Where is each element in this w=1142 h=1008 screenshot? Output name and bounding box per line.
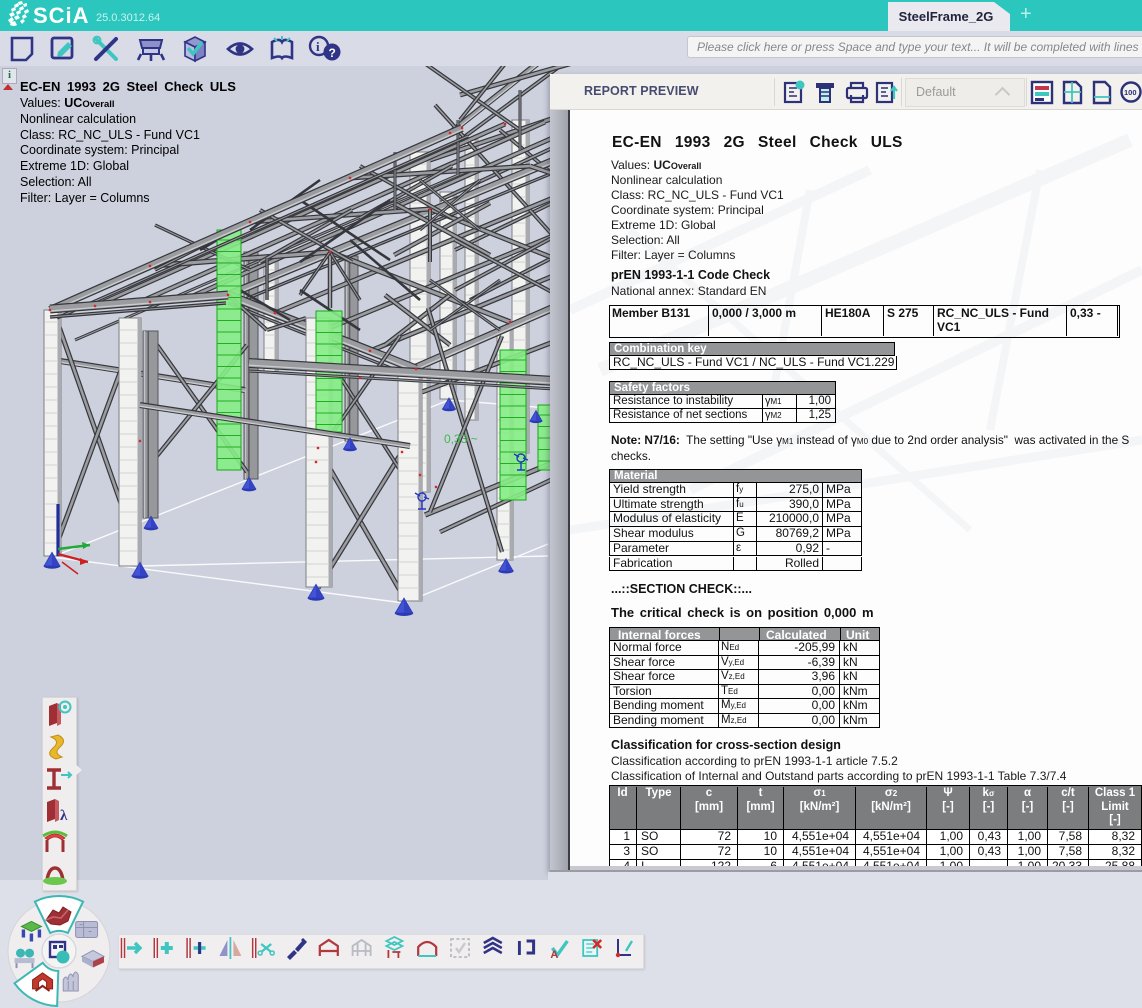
- svg-text:I: I: [517, 938, 523, 960]
- svg-text:100: 100: [1124, 88, 1137, 97]
- svg-text:A: A: [550, 949, 558, 961]
